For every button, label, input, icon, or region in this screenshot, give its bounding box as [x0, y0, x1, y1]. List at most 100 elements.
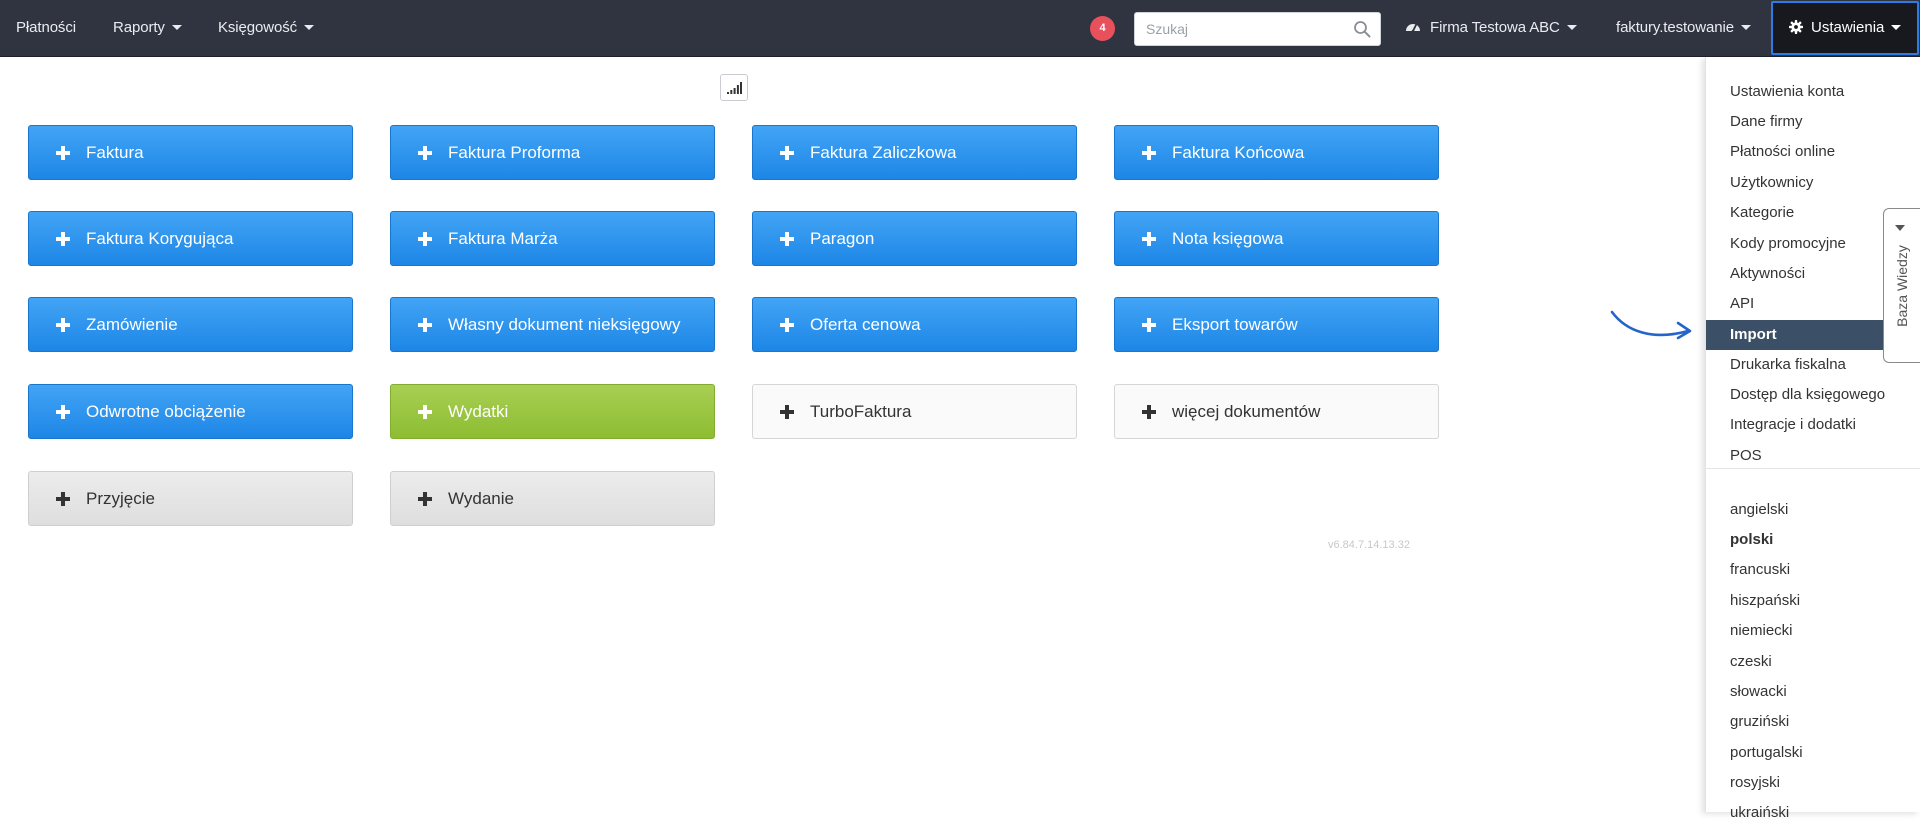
new-faktura-marza-button[interactable]: Faktura Marża: [390, 211, 715, 266]
menu-item-uzytkownicy[interactable]: Użytkownicy: [1706, 168, 1920, 198]
plus-icon: [1142, 146, 1156, 160]
plus-icon: [780, 146, 794, 160]
nav-ksiegowosc-label: Księgowość: [218, 19, 298, 36]
chevron-down-icon: [1740, 24, 1751, 30]
new-nota-ksiegowa-button[interactable]: Nota księgowa: [1114, 211, 1439, 266]
search-icon[interactable]: [1353, 20, 1371, 38]
nav-ksiegowosc-dropdown[interactable]: Księgowość: [218, 0, 315, 57]
chevron-down-icon: [1891, 24, 1902, 30]
new-oferta-cenowa-button[interactable]: Oferta cenowa: [752, 297, 1077, 352]
button-label: Faktura: [86, 143, 144, 162]
plus-icon: [780, 318, 794, 332]
new-faktura-button[interactable]: Faktura: [28, 125, 353, 180]
menu-item-platnosci-online[interactable]: Płatności online: [1706, 137, 1920, 167]
plus-icon: [56, 318, 70, 332]
button-label: Faktura Zaliczkowa: [810, 143, 957, 162]
new-przyjecie-button[interactable]: Przyjęcie: [28, 471, 353, 526]
knowledge-base-tab[interactable]: Baza Wiedzy: [1883, 208, 1920, 363]
button-label: Oferta cenowa: [810, 315, 921, 334]
menu-item-ustawienia-konta[interactable]: Ustawienia konta: [1706, 77, 1920, 107]
language-niemiecki[interactable]: niemiecki: [1706, 616, 1920, 646]
menu-item-dostep-dla-ksiegowego[interactable]: Dostęp dla księgowego: [1706, 380, 1920, 410]
language-francuski[interactable]: francuski: [1706, 555, 1920, 585]
menu-item-integracje-i-dodatki[interactable]: Integracje i dodatki: [1706, 410, 1920, 440]
menu-item-pos[interactable]: POS: [1706, 441, 1920, 471]
button-label: Paragon: [810, 229, 875, 248]
language-ukrainski[interactable]: ukraiński: [1706, 798, 1920, 828]
button-label: Faktura Końcowa: [1172, 143, 1305, 162]
menu-divider: [1706, 468, 1920, 469]
new-wydanie-button[interactable]: Wydanie: [390, 471, 715, 526]
nav-raporty-label: Raporty: [113, 19, 165, 36]
nav-platnosci[interactable]: Płatności: [16, 0, 76, 57]
language-hiszpanski[interactable]: hiszpański: [1706, 586, 1920, 616]
new-turbofaktura-button[interactable]: TurboFaktura: [752, 384, 1077, 439]
chevron-down-icon: [171, 24, 182, 30]
button-label: Zamówienie: [86, 315, 178, 334]
button-label: więcej dokumentów: [1172, 402, 1321, 421]
notification-badge[interactable]: 4: [1090, 16, 1115, 41]
plus-icon: [56, 405, 70, 419]
new-wydatki-button[interactable]: Wydatki: [390, 384, 715, 439]
language-polski[interactable]: polski: [1706, 525, 1920, 555]
language-angielski[interactable]: angielski: [1706, 495, 1920, 525]
new-paragon-button[interactable]: Paragon: [752, 211, 1077, 266]
dashboard-gauge-icon: [1406, 24, 1420, 33]
plus-icon: [56, 146, 70, 160]
plus-icon: [56, 232, 70, 246]
new-faktura-korygujaca-button[interactable]: Faktura Korygująca: [28, 211, 353, 266]
button-label: Wydanie: [448, 489, 514, 508]
more-documents-button[interactable]: więcej dokumentów: [1114, 384, 1439, 439]
new-wlasny-dokument-button[interactable]: Własny dokument nieksięgowy: [390, 297, 715, 352]
search-box: [1134, 12, 1381, 46]
signal-bars-icon: [727, 82, 742, 94]
plus-icon: [418, 232, 432, 246]
search-input[interactable]: [1135, 13, 1345, 45]
app-version: v6.84.7.14.13.32: [1328, 539, 1410, 551]
button-label: Faktura Marża: [448, 229, 558, 248]
plus-icon: [418, 405, 432, 419]
button-label: Nota księgowa: [1172, 229, 1284, 248]
top-navbar: Płatności Raporty Księgowość 4 Firma Tes…: [0, 0, 1920, 57]
chevron-down-icon: [304, 24, 315, 30]
button-label: Odwrotne obciążenie: [86, 402, 246, 421]
company-name: Firma Testowa ABC: [1430, 19, 1560, 36]
connection-status-button[interactable]: [720, 74, 748, 101]
new-faktura-zaliczkowa-button[interactable]: Faktura Zaliczkowa: [752, 125, 1077, 180]
company-dropdown[interactable]: Firma Testowa ABC: [1405, 0, 1577, 57]
plus-icon: [418, 492, 432, 506]
knowledge-base-label: Baza Wiedzy: [1894, 244, 1910, 327]
plus-icon: [56, 492, 70, 506]
language-portugalski[interactable]: portugalski: [1706, 738, 1920, 768]
gear-icon: [1789, 20, 1803, 35]
new-zamowienie-button[interactable]: Zamówienie: [28, 297, 353, 352]
language-gruzinski[interactable]: gruziński: [1706, 707, 1920, 737]
plus-icon: [418, 146, 432, 160]
button-label: Faktura Proforma: [448, 143, 581, 162]
new-faktura-proforma-button[interactable]: Faktura Proforma: [390, 125, 715, 180]
account-name: faktury.testowanie: [1616, 19, 1734, 36]
plus-icon: [1142, 232, 1156, 246]
new-eksport-towarow-button[interactable]: Eksport towarów: [1114, 297, 1439, 352]
nav-platnosci-label: Płatności: [16, 19, 76, 36]
language-rosyjski[interactable]: rosyjski: [1706, 768, 1920, 798]
plus-icon: [418, 318, 432, 332]
language-czeski[interactable]: czeski: [1706, 647, 1920, 677]
menu-item-dane-firmy[interactable]: Dane firmy: [1706, 107, 1920, 137]
language-slowacki[interactable]: słowacki: [1706, 677, 1920, 707]
new-faktura-koncowa-button[interactable]: Faktura Końcowa: [1114, 125, 1439, 180]
settings-label: Ustawienia: [1811, 19, 1885, 36]
button-label: Własny dokument nieksięgowy: [448, 315, 681, 334]
plus-icon: [1142, 318, 1156, 332]
plus-icon: [1142, 405, 1156, 419]
new-odwrotne-obciazenie-button[interactable]: Odwrotne obciążenie: [28, 384, 353, 439]
account-dropdown[interactable]: faktury.testowanie: [1616, 0, 1751, 57]
settings-dropdown-button[interactable]: Ustawienia: [1771, 1, 1919, 55]
pointer-arrow-icon: [1610, 310, 1692, 340]
button-label: Faktura Korygująca: [86, 229, 234, 248]
nav-raporty-dropdown[interactable]: Raporty: [113, 0, 182, 57]
chevron-down-icon: [1566, 24, 1577, 30]
button-label: Eksport towarów: [1172, 315, 1298, 334]
button-label: Przyjęcie: [86, 489, 155, 508]
plus-icon: [780, 405, 794, 419]
